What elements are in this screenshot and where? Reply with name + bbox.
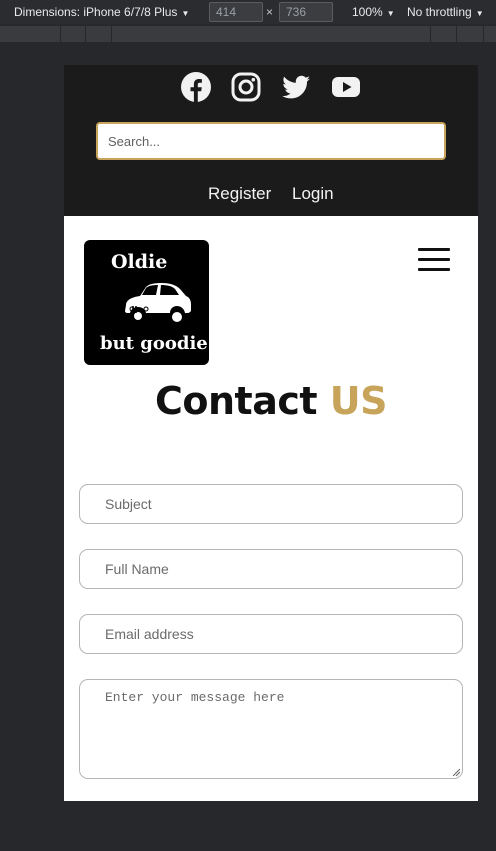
caret-down-icon: ▼ bbox=[475, 9, 484, 18]
dimension-separator: × bbox=[266, 5, 274, 19]
register-link[interactable]: Register bbox=[208, 184, 271, 204]
facebook-icon[interactable] bbox=[180, 71, 212, 103]
social-links bbox=[64, 71, 478, 103]
hamburger-menu-icon[interactable] bbox=[418, 248, 450, 272]
media-query-ruler bbox=[0, 26, 496, 42]
throttle-dropdown[interactable]: No throttling ▼ bbox=[407, 5, 484, 19]
ruler-segment[interactable] bbox=[85, 26, 86, 42]
caret-down-icon: ▼ bbox=[386, 9, 395, 18]
viewport-width-input[interactable] bbox=[209, 2, 263, 22]
logo-text-line2: but goodie bbox=[100, 333, 208, 354]
search-input[interactable] bbox=[96, 122, 446, 160]
top-bar: Register Login bbox=[64, 65, 478, 216]
ruler-segment[interactable] bbox=[111, 26, 112, 42]
zoom-label: 100% bbox=[352, 5, 383, 19]
page-title-accent: US bbox=[329, 379, 388, 423]
email-field[interactable] bbox=[79, 614, 463, 654]
page-title-main: Contact bbox=[154, 379, 318, 423]
devtools-toolbar: Dimensions: iPhone 6/7/8 Plus▼ × 100%▼ N… bbox=[0, 0, 496, 24]
device-dimensions-dropdown[interactable]: Dimensions: iPhone 6/7/8 Plus ▼ bbox=[14, 5, 189, 19]
ruler-segment[interactable] bbox=[60, 26, 61, 42]
twitter-icon[interactable] bbox=[280, 71, 312, 103]
page-title: Contact US bbox=[64, 379, 478, 423]
subject-field[interactable] bbox=[79, 484, 463, 524]
vintage-car-icon bbox=[125, 283, 191, 324]
zoom-dropdown[interactable]: 100% ▼ bbox=[352, 5, 395, 19]
caret-down-icon: ▼ bbox=[181, 9, 190, 18]
ruler-segment[interactable] bbox=[430, 26, 431, 42]
ruler-segment[interactable] bbox=[483, 26, 484, 42]
site-logo[interactable]: Oldie but goodie bbox=[84, 240, 209, 365]
login-link[interactable]: Login bbox=[292, 184, 334, 204]
youtube-icon[interactable] bbox=[330, 71, 362, 103]
ruler-segment[interactable] bbox=[456, 26, 457, 42]
resize-grip-icon[interactable] bbox=[452, 768, 460, 776]
throttle-label: No throttling bbox=[407, 5, 472, 19]
logo-text-line1: Oldie bbox=[111, 251, 168, 273]
instagram-icon[interactable] bbox=[230, 71, 262, 103]
device-viewport: Register Login Oldie but goodie Contact … bbox=[64, 65, 478, 801]
message-field[interactable] bbox=[79, 679, 463, 779]
viewport-height-input[interactable] bbox=[279, 2, 333, 22]
full-name-field[interactable] bbox=[79, 549, 463, 589]
device-dimensions-label: Dimensions: iPhone 6/7/8 Plus bbox=[14, 5, 178, 19]
